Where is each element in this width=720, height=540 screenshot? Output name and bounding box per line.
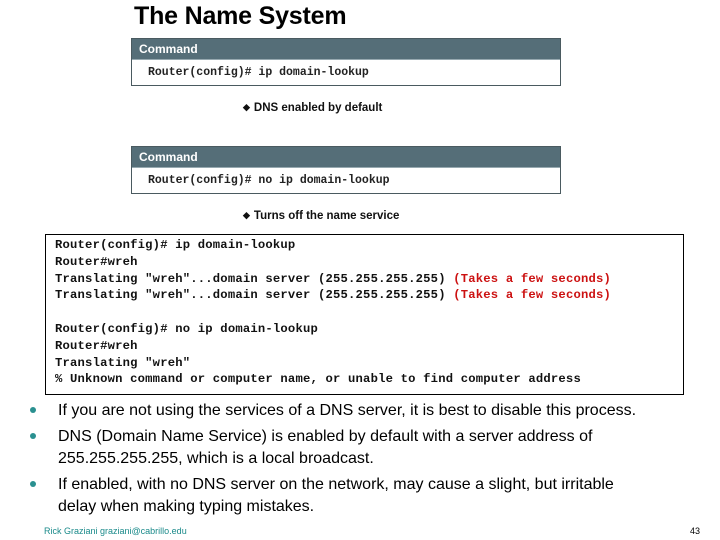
bullet-dot-icon <box>30 481 36 487</box>
slide-title: The Name System <box>134 2 347 30</box>
command-note-text: Turns off the name service <box>253 210 400 222</box>
terminal-line: % Unknown command or computer name, or u… <box>55 372 581 386</box>
terminal-line: Router(config)# no ip domain-lookup <box>55 322 318 336</box>
page-number: 43 <box>690 526 701 536</box>
terminal-line: Translating "wreh"...domain server (255.… <box>55 272 611 286</box>
terminal-line: Router#wreh <box>55 255 138 269</box>
terminal-line-text: % Unknown command or computer name, or u… <box>55 372 581 386</box>
footer-author: Rick Graziani graziani@cabrillo.edu <box>44 526 187 536</box>
terminal-output: Router(config)# ip domain-lookup Router#… <box>45 234 684 395</box>
command-text: Router(config)# no ip domain-lookup <box>148 174 390 187</box>
bullet-text: If you are not using the services of a D… <box>58 402 637 419</box>
command-box-header: Command <box>132 39 560 60</box>
terminal-line-text: Router(config)# ip domain-lookup <box>55 238 296 252</box>
terminal-line-text: Router#wreh <box>55 255 138 269</box>
terminal-line-text: Translating "wreh" <box>55 356 191 370</box>
command-box-enable: Command Router(config)# ip domain-lookup <box>131 38 561 86</box>
terminal-comment: (Takes a few seconds) <box>453 272 612 286</box>
command-note: ◆ Turns off the name service <box>243 210 399 222</box>
bullet-text: 255.255.255.255, which is a local broadc… <box>58 450 374 467</box>
terminal-line-text: Translating "wreh"...domain server (255.… <box>55 288 454 302</box>
terminal-line-text: Translating "wreh"...domain server (255.… <box>55 272 454 286</box>
command-note: ◆ DNS enabled by default <box>243 102 382 114</box>
command-note-text: DNS enabled by default <box>253 102 383 114</box>
terminal-line: Router#wreh <box>55 339 138 353</box>
diamond-bullet-icon: ◆ <box>243 210 250 220</box>
command-text: Router(config)# ip domain-lookup <box>148 66 369 79</box>
bullet-dot-icon <box>30 407 36 413</box>
bullet-text: DNS (Domain Name Service) is enabled by … <box>58 428 593 445</box>
bullet-dot-icon <box>30 433 36 439</box>
command-box-header: Command <box>132 147 560 168</box>
terminal-line-text: Router(config)# no ip domain-lookup <box>55 322 318 336</box>
command-box-disable: Command Router(config)# no ip domain-loo… <box>131 146 561 194</box>
terminal-line: Translating "wreh"...domain server (255.… <box>55 288 611 302</box>
terminal-line: Translating "wreh" <box>55 356 190 370</box>
terminal-line: Router(config)# ip domain-lookup <box>55 238 295 252</box>
terminal-comment: (Takes a few seconds) <box>453 288 612 302</box>
bullet-text: delay when making typing mistakes. <box>58 498 315 515</box>
terminal-line-text: Router#wreh <box>55 339 138 353</box>
diamond-bullet-icon: ◆ <box>243 102 250 112</box>
bullet-text: If enabled, with no DNS server on the ne… <box>58 476 614 493</box>
